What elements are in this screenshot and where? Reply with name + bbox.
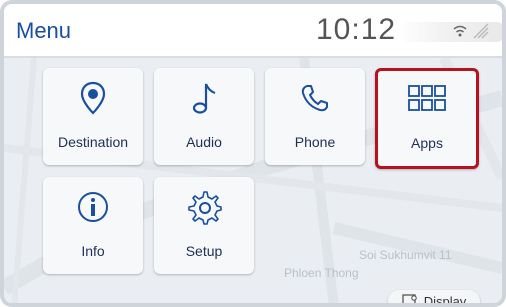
signal-icon [473, 23, 489, 39]
info-button[interactable]: Info [43, 177, 143, 274]
tile-label: Apps [411, 135, 443, 151]
tile-label: Setup [185, 243, 223, 259]
clock: 10:12 [316, 13, 397, 46]
tile-label: Destination [57, 134, 129, 150]
display-button-label: Display [423, 293, 467, 307]
phone-button[interactable]: Phone [265, 68, 365, 165]
apps-grid-icon [378, 81, 476, 117]
info-icon [43, 189, 143, 225]
tile-label: Audio [186, 134, 222, 150]
map-label: Soi Sukhumvit 11 [359, 248, 452, 262]
destination-button[interactable]: Destination [43, 68, 143, 165]
wifi-icon [453, 25, 467, 37]
gear-icon [154, 189, 254, 225]
setup-button[interactable]: Setup [154, 177, 254, 274]
tile-label: Phone [294, 134, 336, 150]
header-bar: Menu 10:12 [4, 4, 502, 58]
map-pin-icon [43, 80, 143, 116]
head-unit-screen: Soi Sukhumvit 11 Phloen Thong Menu 10:12 [0, 0, 506, 307]
audio-button[interactable]: Audio [154, 68, 254, 165]
map-label: Phloen Thong [284, 266, 359, 280]
display-icon [402, 294, 417, 303]
apps-button[interactable]: Apps [375, 68, 479, 169]
music-note-icon [154, 80, 254, 116]
display-button[interactable]: Display [388, 290, 480, 307]
status-icons [452, 20, 492, 42]
tile-label: Info [81, 243, 105, 259]
page-title: Menu [16, 18, 72, 43]
phone-icon [265, 80, 365, 116]
